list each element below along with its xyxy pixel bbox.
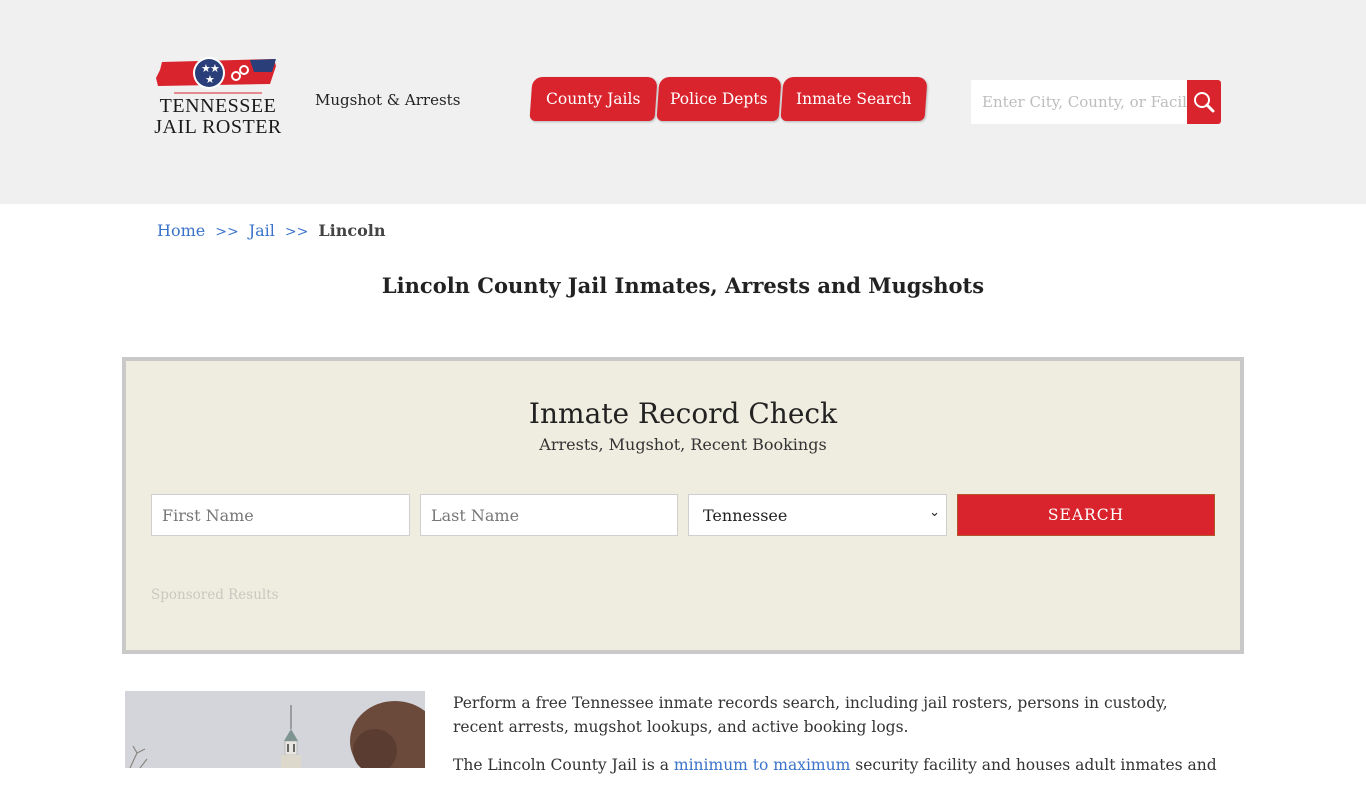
page-title: Lincoln County Jail Inmates, Arrests and… xyxy=(381,273,985,298)
facility-paragraph: The Lincoln County Jail is a minimum to … xyxy=(453,753,1223,777)
sponsored-results-label: Sponsored Results xyxy=(151,587,279,603)
nav-inmate-search[interactable]: Inmate Search xyxy=(780,77,928,121)
search-icon xyxy=(1194,92,1215,113)
tennessee-flag-map-icon: ★ ★ ★ xyxy=(156,57,276,94)
breadcrumb-home[interactable]: Home xyxy=(157,221,205,240)
logo-line-2: JAIL ROSTER xyxy=(154,116,282,138)
intro-content: Perform a free Tennessee inmate records … xyxy=(453,691,1223,791)
facility-text: The Lincoln County Jail is a xyxy=(453,756,674,774)
facility-text: security facility and houses adult inmat… xyxy=(850,756,1217,774)
jail-photo xyxy=(125,691,425,768)
location-search-input[interactable] xyxy=(971,80,1187,124)
search-button[interactable]: SEARCH xyxy=(957,494,1215,536)
security-level-link[interactable]: minimum to maximum xyxy=(674,756,850,774)
breadcrumb-jail[interactable]: Jail xyxy=(249,221,275,240)
first-name-input[interactable] xyxy=(151,494,410,536)
state-select-value: Tennessee xyxy=(703,505,788,525)
site-tagline: Mugshot & Arrests xyxy=(315,91,461,109)
header-search-button[interactable] xyxy=(1187,80,1221,124)
svg-text:★: ★ xyxy=(205,73,215,86)
record-check-title: Inmate Record Check xyxy=(528,397,838,430)
record-check-subtitle: Arrests, Mugshot, Recent Bookings xyxy=(539,435,827,454)
courthouse-photo-image xyxy=(125,691,425,768)
nav-label: Police Depts xyxy=(670,90,768,108)
state-select[interactable]: Tennessee ⌄ xyxy=(688,494,947,536)
site-header: ★ ★ ★ TENNESSEE JAIL ROSTER Mugshot & Ar… xyxy=(0,0,1366,204)
breadcrumb-current: Lincoln xyxy=(318,221,386,240)
breadcrumb: Home >> Jail >> Lincoln xyxy=(157,221,385,240)
nav-county-jails[interactable]: County Jails xyxy=(529,77,658,121)
breadcrumb-separator: >> xyxy=(284,224,309,240)
last-name-input[interactable] xyxy=(420,494,678,536)
nav-label: County Jails xyxy=(546,90,641,108)
breadcrumb-separator: >> xyxy=(215,224,239,240)
nav-label: Inmate Search xyxy=(796,90,912,108)
intro-paragraph: Perform a free Tennessee inmate records … xyxy=(453,694,1168,736)
site-logo[interactable]: ★ ★ ★ TENNESSEE JAIL ROSTER xyxy=(154,56,282,148)
header-search xyxy=(971,80,1221,124)
chevron-down-icon: ⌄ xyxy=(929,505,940,520)
logo-line-1: TENNESSEE xyxy=(159,95,277,117)
inmate-record-check-panel: Inmate Record Check Arrests, Mugshot, Re… xyxy=(122,357,1244,654)
nav-police-depts[interactable]: Police Depts xyxy=(656,77,782,121)
main-nav: County Jails Police Depts Inmate Search xyxy=(529,77,928,121)
